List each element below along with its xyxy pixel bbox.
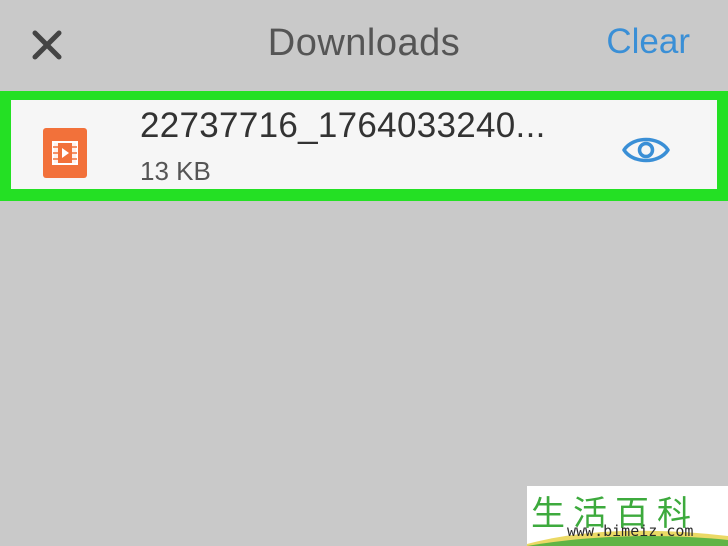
watermark-url: www.bimeiz.com	[567, 522, 694, 540]
header-bar: Downloads Clear	[0, 0, 728, 90]
selection-highlight: 22737716_1764033240... 13 KB	[0, 91, 728, 201]
file-name: 22737716_1764033240...	[140, 106, 546, 145]
watermark: 生活百科 www.bimeiz.com	[527, 486, 728, 546]
download-item[interactable]: 22737716_1764033240... 13 KB	[11, 100, 717, 189]
file-size: 13 KB	[140, 156, 211, 186]
preview-button[interactable]	[621, 134, 671, 166]
clear-button[interactable]: Clear	[606, 22, 690, 62]
video-file-icon	[43, 128, 87, 178]
eye-icon	[622, 137, 670, 163]
